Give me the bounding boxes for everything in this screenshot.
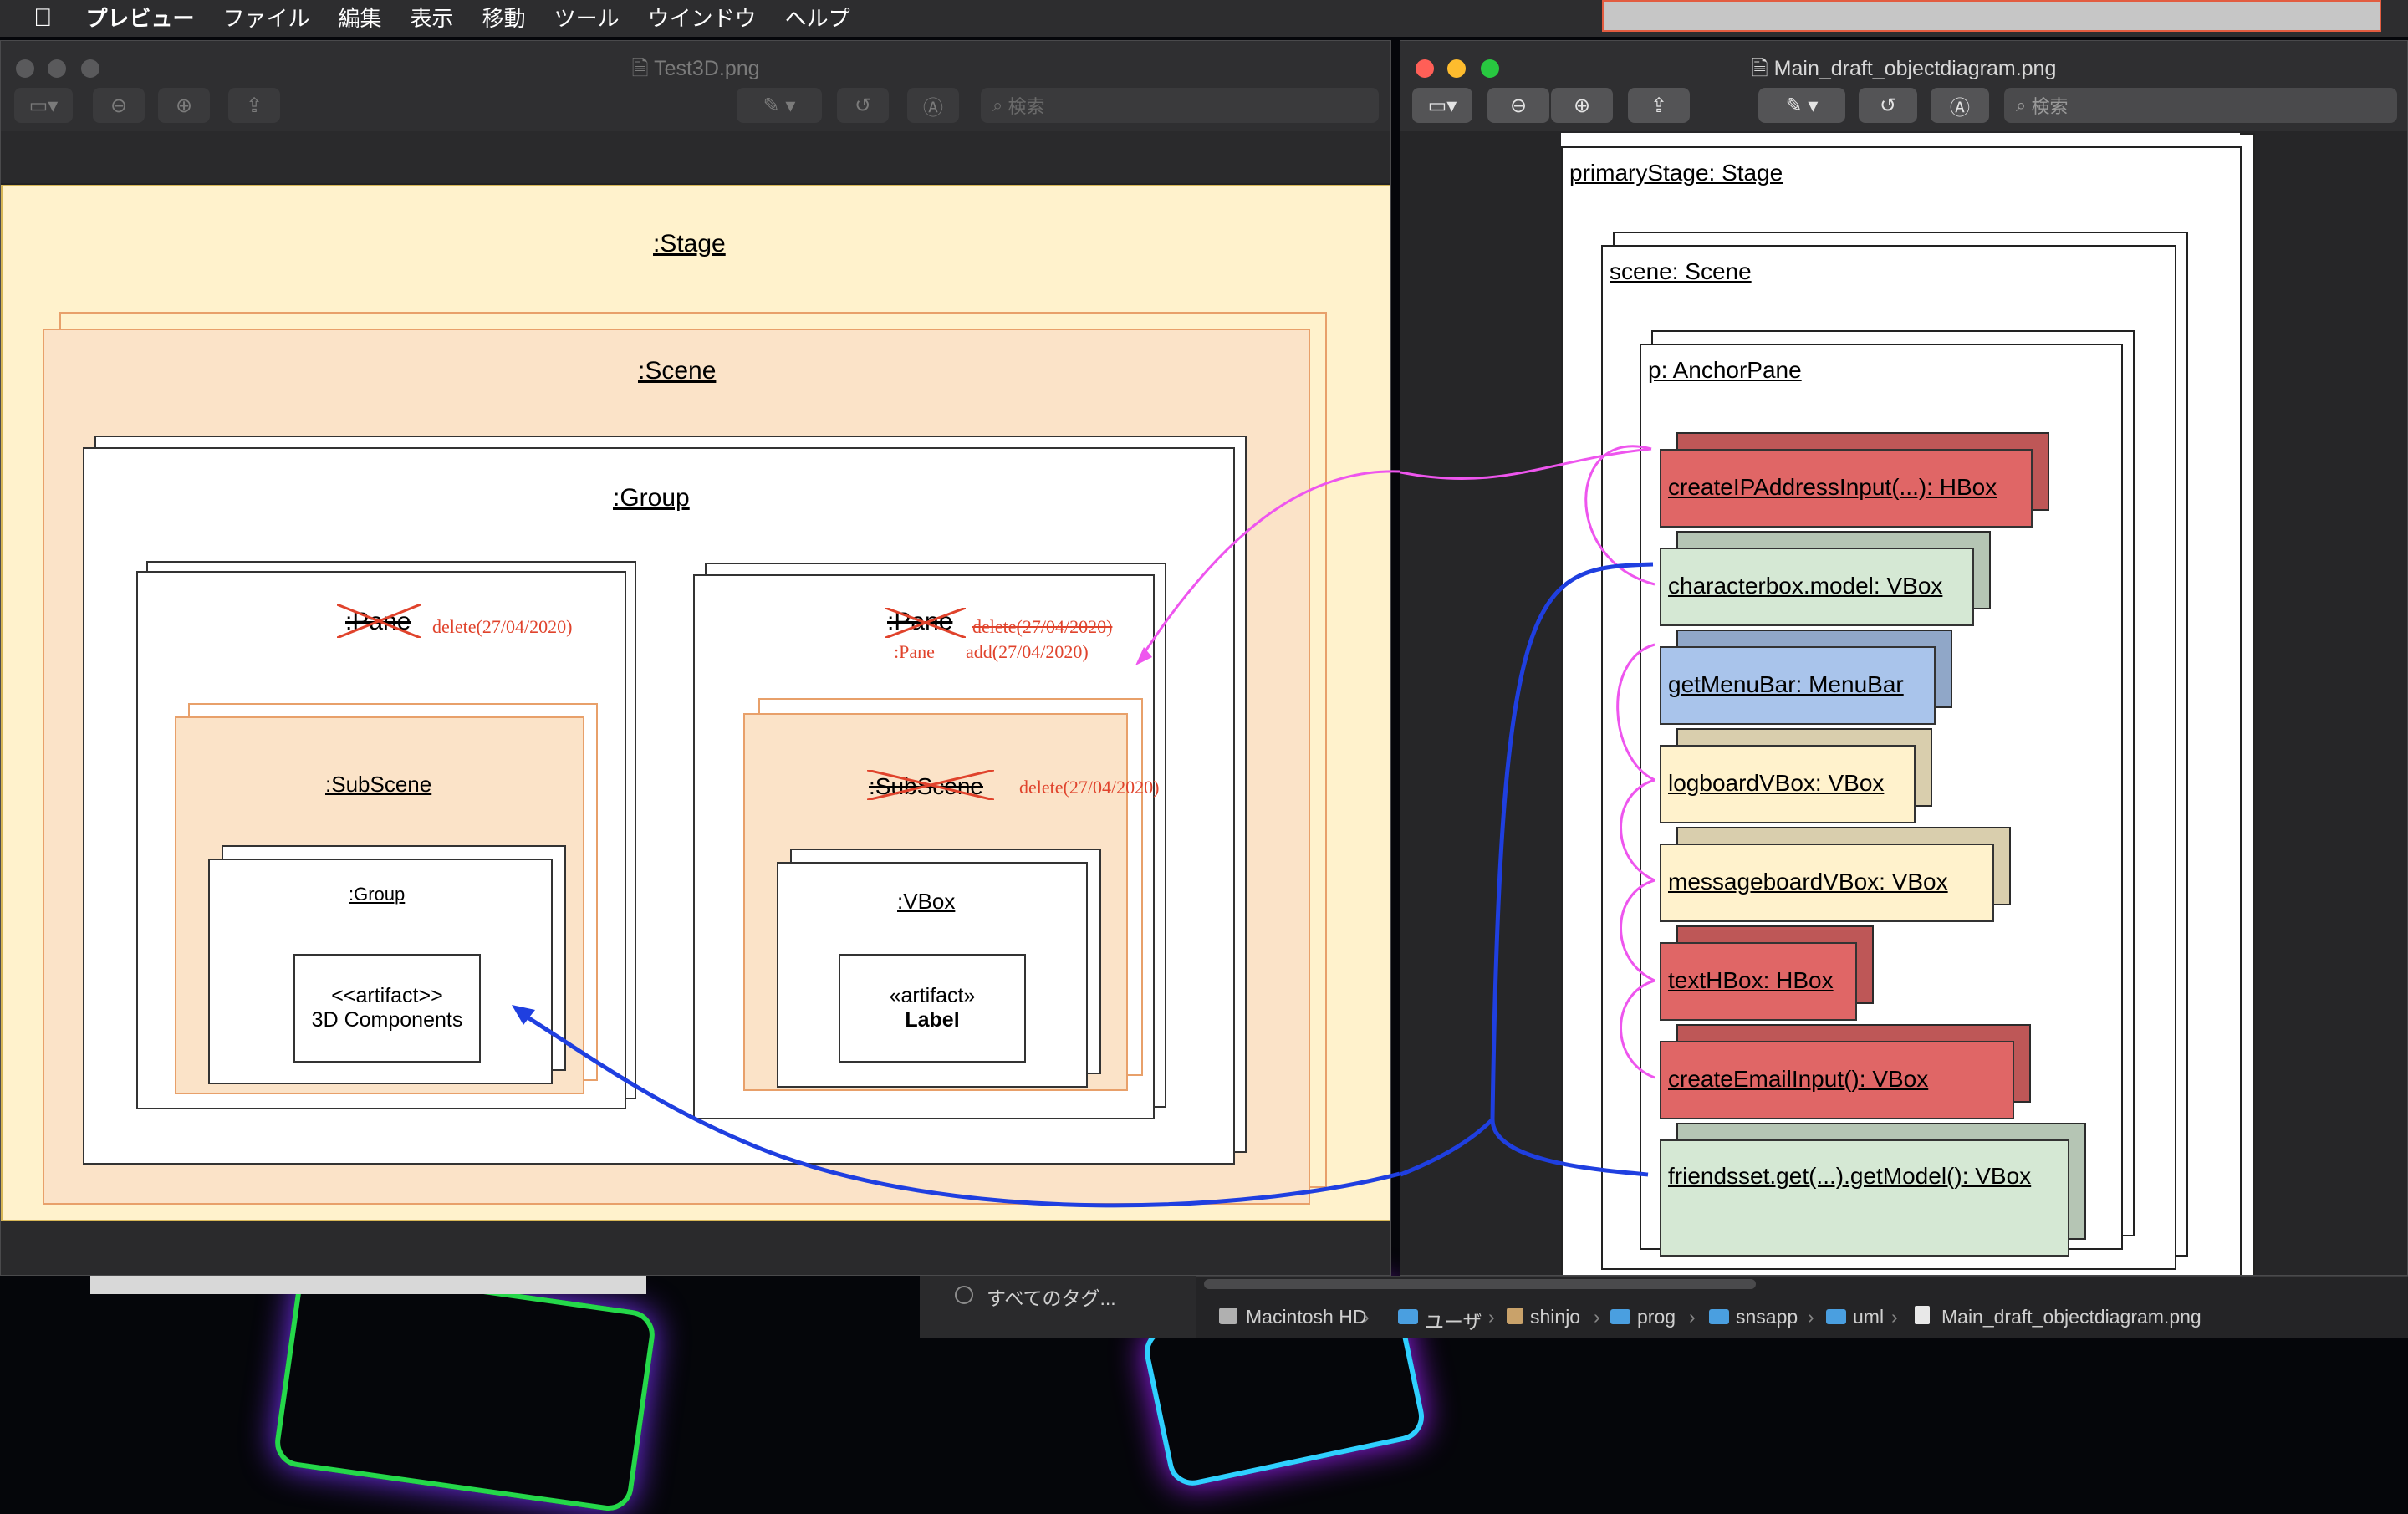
pane-right-delete-note: delete(27/04/2020) [972,616,1113,637]
menu-edit[interactable]: 編集 [339,0,382,37]
menu-view[interactable]: 表示 [411,0,454,37]
chevron-right-icon: › [1363,1306,1370,1328]
preview-window-main-draft: 🗎 Main_draft_objectdiagram.png ▭▾ ⊖ ⊕ ⇪ … [1400,40,2408,1276]
menu-help[interactable]: ヘルプ [785,0,850,37]
finder-scrollbar[interactable] [1204,1279,1756,1289]
breadcrumb-snsapp[interactable]: snsapp [1736,1306,1798,1328]
markup-pen-button[interactable]: ✎ ▾ [737,88,822,123]
chevron-right-icon: › [1891,1306,1898,1328]
menu-status-area [1602,0,2381,32]
folder-icon [1610,1309,1630,1324]
connector-lines [1400,445,1656,1177]
tag-circle-icon [955,1286,973,1304]
preview-window-test3d: 🗎 Test3D.png ▭▾ ⊖ ⊕ ⇪ ✎ ▾ ↺ Ⓐ ⌕ 検索 :Stag… [0,40,1391,1276]
menu-go[interactable]: 移動 [482,0,526,37]
breadcrumb-shinjo[interactable]: shinjo [1530,1306,1580,1328]
pane-left-cross-mark [336,603,421,640]
document-icon [1915,1306,1930,1324]
window-bottom-bar [1,1221,1390,1275]
markup-toolbar-button[interactable]: Ⓐ [907,88,959,123]
vbox-label: :VBox [897,889,956,914]
document-icon: 🗎 [631,57,655,80]
zoom-out-button[interactable]: ⊖ [93,88,145,123]
pane-left-delete-note: delete(27/04/2020) [432,616,573,637]
subscene-left-label: :SubScene [325,772,432,797]
window-toolbar: 🗎 Test3D.png ▭▾ ⊖ ⊕ ⇪ ✎ ▾ ↺ Ⓐ ⌕ 検索 [1,41,1390,132]
scene-label: :Scene [638,357,717,385]
subscene-right-cross-mark [866,768,995,802]
menu-preview[interactable]: プレビュー [86,0,195,37]
menu-tools[interactable]: ツール [554,0,620,37]
menu-window[interactable]: ウインドウ [648,0,757,37]
pane-right-new-label: :Pane [894,641,935,662]
folder-icon [1398,1309,1418,1324]
home-icon [1507,1308,1523,1324]
wallpaper-glow-left [272,1263,658,1514]
breadcrumb-macintosh-hd[interactable]: Macintosh HD [1246,1306,1366,1328]
search-input[interactable]: ⌕ 検索 [981,88,1379,123]
subscene-right-delete-note: delete(27/04/2020) [1019,777,1160,798]
pane-right-add-note: add(27/04/2020) [966,641,1089,662]
share-button[interactable]: ⇪ [228,88,280,123]
finder-all-tags[interactable]: すべてのタグ... [987,1282,1116,1311]
sidebar-toggle-button[interactable]: ▭▾ [14,88,73,123]
chevron-right-icon: › [1808,1306,1814,1328]
zoom-in-button[interactable]: ⊕ [158,88,210,123]
window-title: 🗎 Test3D.png [631,57,760,80]
chevron-right-icon: › [1689,1306,1696,1328]
content-gap [1,131,1390,183]
disk-icon [1219,1308,1237,1324]
artifact-3d-components: <<artifact>> 3D Components [293,954,481,1063]
diagram-canvas: :Stage :Scene :Group :Pane delete(27/04/… [1,185,1390,1221]
breadcrumb-prog[interactable]: prog [1637,1306,1676,1328]
search-icon: ⌕ [992,94,1008,115]
rotate-button[interactable]: ↺ [837,88,889,123]
folder-icon [1709,1309,1729,1324]
breadcrumb-uml[interactable]: uml [1853,1306,1884,1328]
folder-icon [1826,1309,1846,1324]
stage-label: :Stage [653,230,726,257]
chevron-right-icon: › [1488,1306,1495,1328]
breadcrumb-file[interactable]: Main_draft_objectdiagram.png [1941,1306,2201,1328]
menu-file[interactable]: ファイル [223,0,310,37]
artifact-label: «artifact» Label [839,954,1026,1063]
breadcrumb-users[interactable]: ユーザ [1425,1306,1482,1334]
inner-group-label: :Group [349,884,406,905]
apple-icon[interactable]:  [33,4,53,33]
chevron-right-icon: › [1594,1306,1600,1328]
group-label: :Group [613,484,690,512]
pane-right-cross-mark [885,606,967,640]
